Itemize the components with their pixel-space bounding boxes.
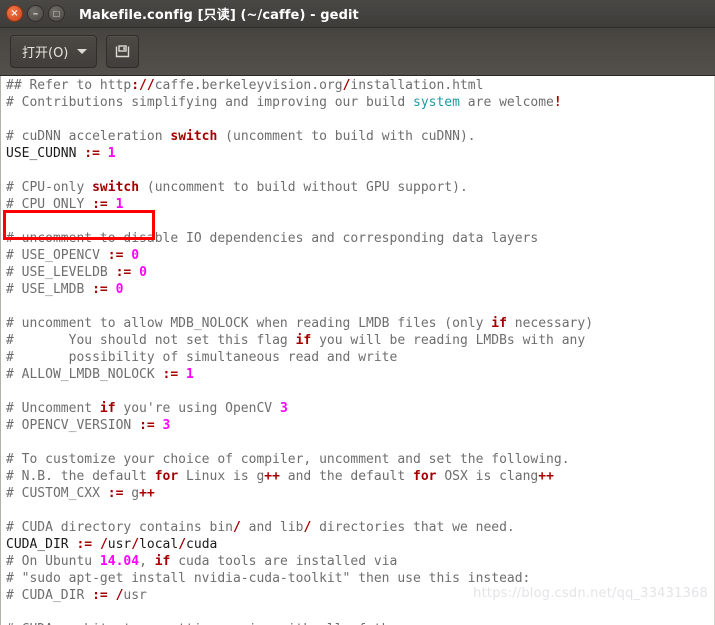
open-file-button[interactable]: 打开(O) <box>10 35 98 68</box>
gedit-window: × – □ Makefile.config [只读] (~/caffe) - g… <box>0 0 715 625</box>
close-icon: × <box>10 7 19 19</box>
gedit-toolbar: 打开(O) <box>0 28 715 76</box>
code-line: USE_CUDNN := 1 <box>6 146 116 161</box>
code-line: # CUDA directory contains bin/ and lib/ … <box>6 520 515 535</box>
code-line: # uncomment to disable IO dependencies a… <box>6 231 539 246</box>
code-line: # CPU_ONLY := 1 <box>6 197 124 212</box>
code-line: # Contributions simplifying and improvin… <box>6 95 562 110</box>
text-editor-area[interactable]: ## Refer to http://caffe.berkeleyvision.… <box>0 76 715 625</box>
minimize-icon: – <box>32 6 39 20</box>
code-line: # CPU-only switch (uncomment to build wi… <box>6 180 468 195</box>
save-file-button[interactable] <box>106 35 140 68</box>
watermark-text: https://blog.csdn.net/qq_33431368 <box>473 586 708 601</box>
window-controls: × – □ <box>0 5 65 22</box>
code-line: # uncomment to allow MDB_NOLOCK when rea… <box>6 316 594 331</box>
minimize-button[interactable]: – <box>27 5 44 22</box>
code-line: # "sudo apt-get install nvidia-cuda-tool… <box>6 571 531 586</box>
window-title: Makefile.config [只读] (~/caffe) - gedit <box>79 8 359 23</box>
code-line: # cuDNN acceleration switch (uncomment t… <box>6 129 476 144</box>
maximize-icon: □ <box>52 8 61 18</box>
code-line: # N.B. the default for Linux is g++ and … <box>6 469 554 484</box>
code-line: # Uncomment if you're using OpenCV 3 <box>6 401 288 416</box>
code-line: # possibility of simultaneous read and w… <box>6 350 398 365</box>
code-line: # USE_LMDB := 0 <box>6 282 124 297</box>
code-line: # You should not set this flag if you wi… <box>6 333 586 348</box>
save-icon <box>114 43 131 60</box>
code-line: CUDA_DIR := /usr/local/cuda <box>6 537 218 552</box>
code-line: # OPENCV_VERSION := 3 <box>6 418 171 433</box>
code-line: # USE_LEVELDB := 0 <box>6 265 147 280</box>
close-button[interactable]: × <box>6 5 23 22</box>
open-button-label: 打开(O) <box>22 46 69 61</box>
code-line: # CUSTOM_CXX := g++ <box>6 486 155 501</box>
code-line: # USE_OPENCV := 0 <box>6 248 140 263</box>
maximize-button[interactable]: □ <box>48 5 65 22</box>
window-titlebar: × – □ Makefile.config [只读] (~/caffe) - g… <box>0 0 715 28</box>
source-code[interactable]: ## Refer to http://caffe.berkeleyvision.… <box>6 77 593 625</box>
code-line: ## Refer to http://caffe.berkeleyvision.… <box>6 78 484 93</box>
code-line: # On Ubuntu 14.04, if cuda tools are ins… <box>6 554 398 569</box>
code-line: # ALLOW_LMDB_NOLOCK := 1 <box>6 367 194 382</box>
code-line: # CUDA architecture setting: going with … <box>6 621 593 625</box>
chevron-down-icon <box>77 49 88 54</box>
code-line: # To customize your choice of compiler, … <box>6 452 570 467</box>
